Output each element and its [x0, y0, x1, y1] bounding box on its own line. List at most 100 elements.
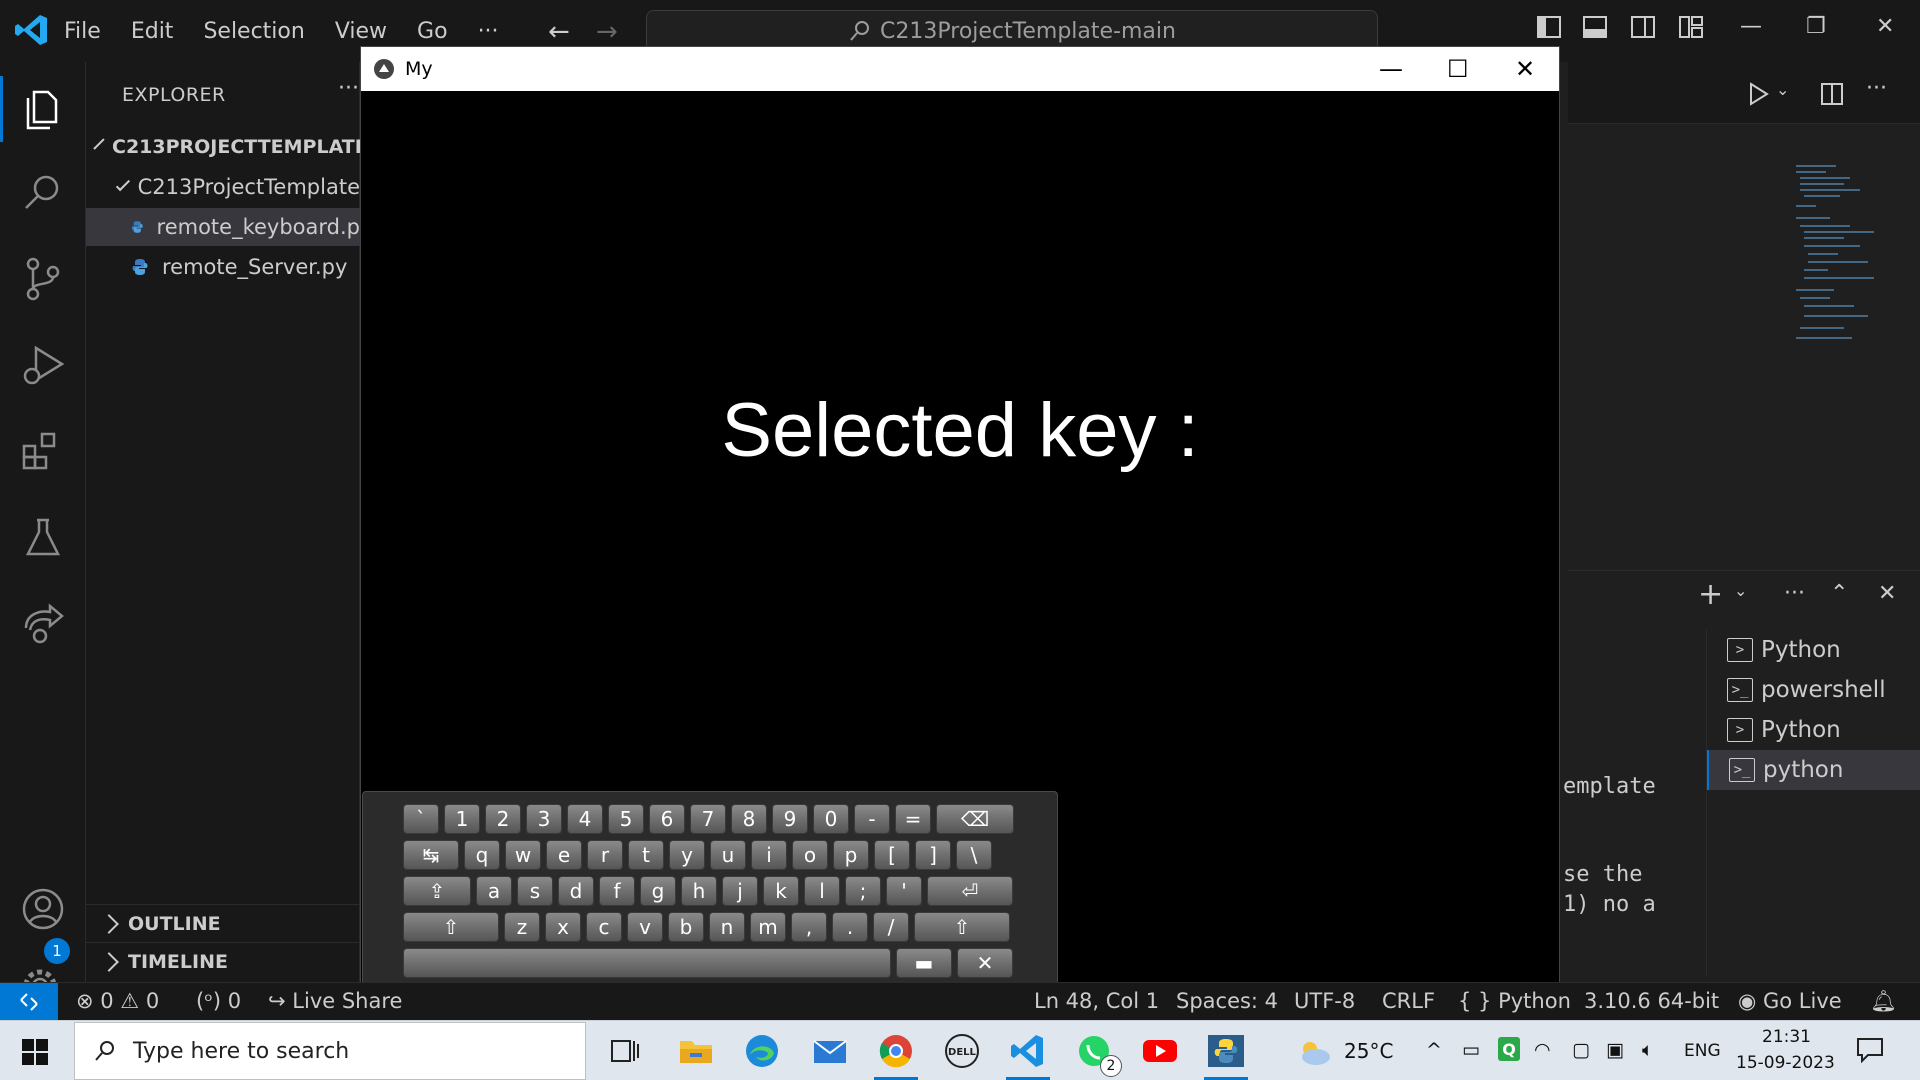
qbittorrent-tray-icon[interactable]: Q: [1498, 1037, 1520, 1061]
toggle-panel-icon[interactable]: [1582, 14, 1608, 40]
key[interactable]: o: [792, 840, 828, 870]
eol-setting[interactable]: CRLF: [1382, 989, 1435, 1013]
remote-indicator[interactable]: [0, 983, 58, 1021]
toggle-secondary-sidebar-icon[interactable]: [1630, 14, 1656, 40]
shift-key[interactable]: ⇧: [403, 912, 499, 942]
key[interactable]: ,: [791, 912, 827, 942]
key[interactable]: k: [763, 876, 799, 906]
caps-lock-key[interactable]: ⇪: [403, 876, 471, 906]
key[interactable]: q: [464, 840, 500, 870]
key[interactable]: m: [750, 912, 786, 942]
menu-file[interactable]: File: [64, 19, 101, 44]
encoding-setting[interactable]: UTF-8: [1294, 989, 1355, 1013]
indentation-setting[interactable]: Spaces: 4: [1176, 989, 1278, 1013]
back-arrow-icon[interactable]: ←: [548, 17, 570, 47]
chevron-down-icon[interactable]: ⌄: [1776, 80, 1789, 99]
file-explorer-icon[interactable]: [676, 1031, 716, 1071]
tab-key[interactable]: ↹: [403, 840, 459, 870]
customize-layout-icon[interactable]: [1678, 14, 1704, 40]
shift-key[interactable]: ⇧: [914, 912, 1010, 942]
file-remote-keyboard[interactable]: remote_keyboard.p: [86, 208, 360, 246]
terminal-item[interactable]: > Python: [1707, 710, 1920, 750]
key[interactable]: b: [668, 912, 704, 942]
show-hidden-icons-icon[interactable]: ^: [1426, 1039, 1442, 1061]
key[interactable]: g: [640, 876, 676, 906]
key[interactable]: ]: [915, 840, 951, 870]
minimize-window-icon[interactable]: —: [1740, 14, 1762, 39]
notification-center-icon[interactable]: [1856, 1037, 1884, 1063]
search-icon[interactable]: [18, 168, 68, 218]
weather-temperature[interactable]: 25°C: [1344, 1039, 1393, 1063]
windows-start-icon[interactable]: [22, 1039, 48, 1065]
key[interactable]: c: [586, 912, 622, 942]
menu-go[interactable]: Go: [417, 19, 448, 44]
key[interactable]: u: [710, 840, 746, 870]
key[interactable]: h: [681, 876, 717, 906]
live-share-icon[interactable]: [18, 598, 68, 648]
chrome-browser-icon[interactable]: [876, 1031, 916, 1071]
workspace-root-folder[interactable]: C213PROJECTTEMPLATE-: [86, 128, 360, 166]
key[interactable]: t: [628, 840, 664, 870]
vscode-taskbar-icon[interactable]: [1008, 1031, 1048, 1071]
spacebar-key[interactable]: [403, 948, 891, 978]
wifi-icon[interactable]: ◠: [1534, 1039, 1551, 1061]
restore-window-icon[interactable]: ❐: [1806, 14, 1826, 39]
taskbar-search-box[interactable]: Type here to search: [74, 1022, 586, 1080]
outline-section[interactable]: OUTLINE: [86, 904, 360, 942]
edge-browser-icon[interactable]: [742, 1031, 782, 1071]
key[interactable]: s: [517, 876, 553, 906]
camera-icon[interactable]: ▢: [1572, 1039, 1590, 1061]
display-icon[interactable]: ▣: [1606, 1039, 1624, 1061]
close-panel-icon[interactable]: ✕: [1878, 581, 1896, 606]
key[interactable]: 6: [649, 804, 685, 834]
live-share-status[interactable]: ↪ Live Share: [268, 989, 402, 1013]
key[interactable]: 2: [485, 804, 521, 834]
key[interactable]: -: [854, 804, 890, 834]
toggle-primary-sidebar-icon[interactable]: [1536, 14, 1562, 40]
problems-indicator[interactable]: ⊗ 0 ⚠ 0: [76, 989, 159, 1013]
key[interactable]: /: [873, 912, 909, 942]
volume-icon[interactable]: 🔈︎: [1642, 1039, 1653, 1061]
testing-flask-icon[interactable]: [18, 512, 68, 562]
clock-date[interactable]: 15-09-2023: [1736, 1053, 1835, 1073]
key[interactable]: v: [627, 912, 663, 942]
notifications-bell-icon[interactable]: 🔔︎: [1870, 989, 1897, 1014]
python-app-icon[interactable]: [1206, 1031, 1246, 1071]
source-control-icon[interactable]: [18, 254, 68, 304]
close-window-icon[interactable]: ✕: [1876, 14, 1894, 39]
dell-app-icon[interactable]: DELL: [942, 1031, 982, 1071]
app-maximize-icon[interactable]: ☐: [1447, 55, 1469, 83]
layout-switch-key[interactable]: ▬: [896, 948, 952, 978]
backspace-key[interactable]: ⌫: [936, 804, 1014, 834]
key[interactable]: 3: [526, 804, 562, 834]
run-file-icon[interactable]: [1748, 82, 1770, 106]
key[interactable]: ': [886, 876, 922, 906]
key[interactable]: i: [751, 840, 787, 870]
key[interactable]: a: [476, 876, 512, 906]
explorer-icon[interactable]: [0, 76, 68, 142]
go-live-button[interactable]: ◉ Go Live: [1738, 989, 1842, 1013]
key[interactable]: 7: [690, 804, 726, 834]
ports-indicator[interactable]: (ᵒ) 0: [196, 989, 241, 1013]
extensions-icon[interactable]: [18, 426, 68, 476]
key[interactable]: e: [546, 840, 582, 870]
menu-more[interactable]: ···: [478, 19, 499, 44]
cursor-position[interactable]: Ln 48, Col 1: [1034, 989, 1159, 1013]
key[interactable]: n: [709, 912, 745, 942]
terminal-item[interactable]: > Python: [1707, 630, 1920, 670]
key[interactable]: `: [403, 804, 439, 834]
app-minimize-icon[interactable]: —: [1379, 55, 1403, 83]
key[interactable]: x: [545, 912, 581, 942]
editor-more-actions[interactable]: ···: [1866, 76, 1887, 101]
key[interactable]: f: [599, 876, 635, 906]
key[interactable]: p: [833, 840, 869, 870]
key[interactable]: z: [504, 912, 540, 942]
timeline-section[interactable]: TIMELINE: [86, 942, 360, 980]
terminal-item-active[interactable]: >_ python: [1707, 750, 1920, 790]
file-remote-server[interactable]: remote_Server.py: [86, 248, 360, 286]
clock-time[interactable]: 21:31: [1762, 1027, 1811, 1047]
explorer-more-actions[interactable]: ···: [338, 76, 359, 101]
maximize-panel-icon[interactable]: ⌃: [1830, 581, 1848, 606]
key[interactable]: ;: [845, 876, 881, 906]
key[interactable]: 0: [813, 804, 849, 834]
